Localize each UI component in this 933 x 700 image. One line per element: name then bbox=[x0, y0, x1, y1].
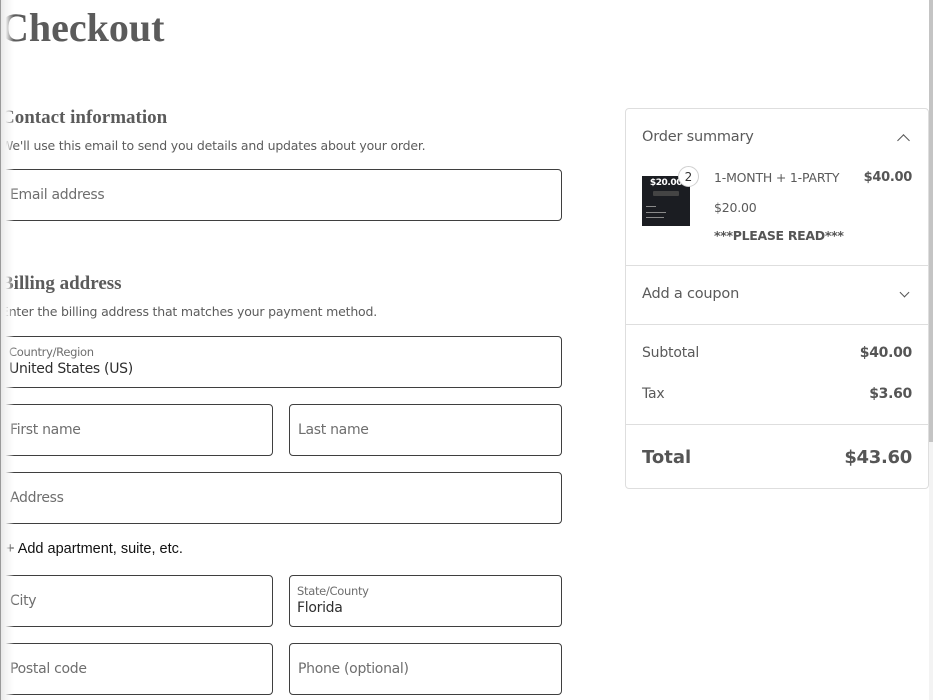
phone-field[interactable] bbox=[289, 643, 562, 695]
total-label: Total bbox=[642, 447, 692, 468]
thumbnail-text-line bbox=[646, 217, 664, 218]
divider bbox=[626, 424, 928, 425]
divider bbox=[626, 324, 928, 325]
order-summary-title: Order summary bbox=[642, 129, 754, 145]
address-input[interactable] bbox=[2, 473, 561, 523]
item-note: ***PLEASE READ*** bbox=[714, 228, 844, 243]
contact-description: We'll use this email to send you details… bbox=[1, 138, 426, 153]
order-summary-panel: Order summary $20.00 2 1-MONTH + 1-PARTY… bbox=[625, 108, 929, 489]
tax-label: Tax bbox=[642, 386, 665, 402]
email-field[interactable] bbox=[1, 169, 562, 221]
billing-heading: Billing address bbox=[1, 273, 122, 294]
postal-code-field[interactable] bbox=[1, 643, 273, 695]
item-unit-price: $20.00 bbox=[714, 200, 757, 215]
subtotal-label: Subtotal bbox=[642, 345, 700, 361]
contact-heading: Contact information bbox=[1, 107, 168, 128]
order-summary-toggle[interactable]: Order summary bbox=[642, 129, 912, 145]
state-label: State/County bbox=[297, 584, 369, 598]
quantity-badge: 2 bbox=[678, 166, 699, 187]
last-name-input[interactable] bbox=[290, 405, 561, 455]
subtotal-value: $40.00 bbox=[859, 345, 913, 361]
item-line-total: $40.00 bbox=[863, 170, 913, 185]
first-name-input[interactable] bbox=[2, 405, 272, 455]
last-name-field[interactable] bbox=[289, 404, 562, 456]
state-select[interactable]: State/County Florida bbox=[289, 575, 562, 627]
first-name-field[interactable] bbox=[1, 404, 273, 456]
tax-value: $3.60 bbox=[869, 386, 912, 402]
scrollbar-thumb[interactable] bbox=[929, 0, 933, 442]
thumbnail-text-line bbox=[646, 212, 666, 213]
phone-input[interactable] bbox=[290, 644, 561, 694]
thumbnail-text-line bbox=[646, 206, 656, 207]
address-field[interactable] bbox=[1, 472, 562, 524]
add-apartment-link[interactable]: + Add apartment, suite, etc. bbox=[6, 541, 183, 557]
country-select[interactable]: Country/Region United States (US) bbox=[1, 336, 562, 388]
country-label: Country/Region bbox=[9, 345, 94, 359]
thumbnail-button-graphic bbox=[653, 191, 679, 196]
item-name: 1-MONTH + 1-PARTY bbox=[714, 170, 840, 185]
billing-description: Enter the billing address that matches y… bbox=[1, 304, 377, 319]
state-value: Florida bbox=[297, 600, 343, 616]
city-field[interactable] bbox=[1, 575, 273, 627]
page-edge-line bbox=[0, 0, 1, 700]
postal-code-input[interactable] bbox=[2, 644, 272, 694]
city-input[interactable] bbox=[2, 576, 272, 626]
add-coupon-label: Add a coupon bbox=[642, 286, 740, 302]
country-value: United States (US) bbox=[9, 361, 133, 377]
email-input[interactable] bbox=[2, 170, 561, 220]
page-title: Checkout bbox=[0, 5, 165, 50]
total-value: $43.60 bbox=[844, 447, 912, 468]
add-coupon-toggle[interactable]: Add a coupon bbox=[626, 266, 928, 324]
